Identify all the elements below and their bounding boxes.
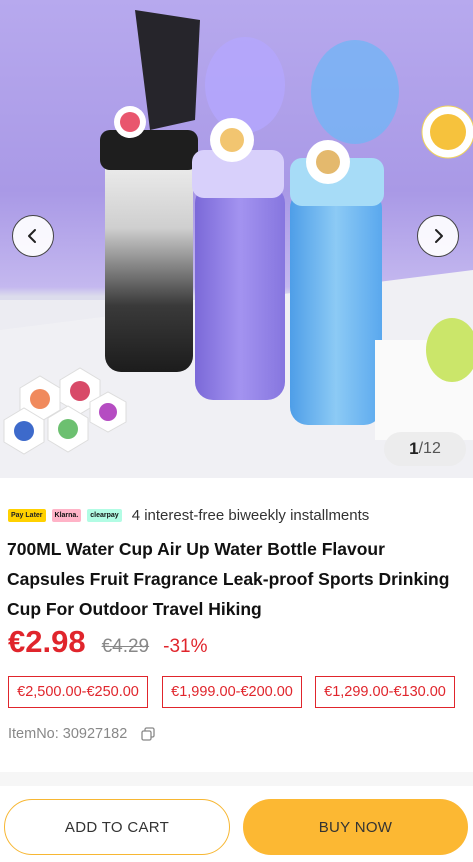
price-row: €2.98 €4.29 -31%	[8, 624, 207, 664]
add-to-cart-button[interactable]: ADD TO CART	[4, 799, 230, 855]
copy-icon[interactable]	[141, 727, 155, 741]
current-price: €2.98	[8, 624, 86, 659]
installments-row[interactable]: Pay Later Klarna. clearpay 4 interest-fr…	[8, 504, 369, 526]
next-image-button[interactable]	[417, 215, 459, 257]
item-number: ItemNo: 30927182	[8, 726, 128, 742]
klarna-badge: Klarna.	[51, 508, 82, 522]
price-tier-option[interactable]: €1,999.00-€200.00	[162, 676, 302, 708]
previous-image-button[interactable]	[12, 215, 54, 257]
price-tier-option[interactable]: €2,500.00-€250.00	[8, 676, 148, 708]
installments-text: 4 interest-free biweekly installments	[131, 506, 370, 524]
section-divider	[0, 772, 473, 786]
bottom-action-bar: ADD TO CART BUY NOW	[0, 786, 473, 862]
product-image	[0, 10, 473, 478]
price-tier-option[interactable]: €1,299.00-€130.00	[315, 676, 455, 708]
image-counter-current: 1	[409, 439, 419, 458]
clearpay-badge: clearpay	[87, 508, 122, 522]
chevron-right-icon	[435, 229, 443, 243]
original-price: €4.29	[101, 636, 150, 657]
paylater-badge: Pay Later	[8, 508, 46, 522]
product-title: 700ML Water Cup Air Up Water Bottle Flav…	[7, 539, 450, 619]
item-number-row: ItemNo: 30927182	[8, 726, 155, 742]
product-image-gallery[interactable]: 1 /12	[0, 0, 473, 478]
discount-badge: -31%	[163, 636, 208, 657]
buy-now-button[interactable]: BUY NOW	[243, 799, 468, 855]
image-counter-total: /12	[418, 440, 441, 457]
chevron-left-icon	[28, 229, 36, 243]
image-counter: 1 /12	[384, 432, 466, 466]
